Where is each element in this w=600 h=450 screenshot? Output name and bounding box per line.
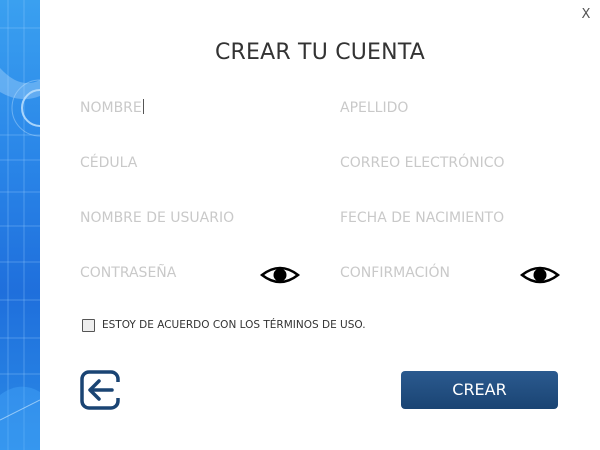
- last-name-placeholder: APELLIDO: [340, 100, 409, 116]
- side-decoration-panel: [0, 0, 40, 450]
- confirm-password-field[interactable]: CONFIRMACIÓN: [340, 259, 515, 287]
- confirm-password-placeholder: CONFIRMACIÓN: [340, 265, 450, 281]
- create-account-button[interactable]: CREAR: [401, 371, 558, 409]
- back-arrow-icon: [80, 370, 121, 410]
- username-field[interactable]: NOMBRE DE USUARIO: [80, 204, 300, 232]
- birthdate-placeholder: FECHA DE NACIMIENTO: [340, 210, 505, 226]
- side-decoration-graphic: [0, 0, 40, 450]
- password-field[interactable]: CONTRASEÑA: [80, 259, 255, 287]
- close-icon: X: [581, 7, 591, 22]
- username-placeholder: NOMBRE DE USUARIO: [80, 210, 235, 226]
- terms-checkbox[interactable]: [82, 318, 95, 332]
- last-name-field[interactable]: APELLIDO: [340, 94, 560, 122]
- terms-agreement: ESTOY DE ACUERDO CON LOS TÉRMINOS DE USO…: [82, 317, 366, 333]
- terms-label: ESTOY DE ACUERDO CON LOS TÉRMINOS DE USO…: [102, 319, 366, 331]
- password-placeholder: CONTRASEÑA: [80, 265, 177, 281]
- birthdate-field[interactable]: FECHA DE NACIMIENTO: [340, 204, 560, 232]
- back-button[interactable]: [80, 370, 121, 410]
- show-confirmation-eye-icon[interactable]: [519, 263, 561, 287]
- first-name-placeholder: NOMBRE: [80, 100, 142, 116]
- email-field[interactable]: CORREO ELECTRÓNICO: [340, 149, 560, 177]
- show-password-eye-icon[interactable]: [259, 263, 301, 287]
- email-placeholder: CORREO ELECTRÓNICO: [340, 155, 505, 171]
- first-name-field[interactable]: NOMBRE: [80, 94, 300, 122]
- page-title: CREAR TU CUENTA: [214, 40, 425, 65]
- id-number-field[interactable]: CÉDULA: [80, 149, 300, 177]
- text-caret: [142, 99, 144, 114]
- id-number-placeholder: CÉDULA: [80, 155, 138, 171]
- close-button[interactable]: X: [579, 6, 593, 24]
